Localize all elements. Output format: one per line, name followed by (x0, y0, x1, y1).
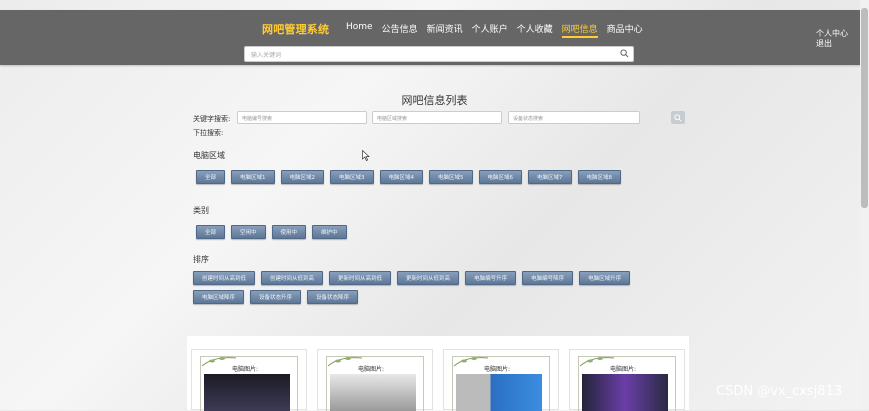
computer-area-search-input[interactable]: 电脑区域搜索 (372, 111, 502, 124)
section-title-category: 类别 (193, 206, 209, 215)
card-image-label: 电脑图片: (358, 366, 385, 373)
watermark-text: CSDN @vx_cxsj813 (716, 384, 843, 399)
card-image-label: 电脑图片: (610, 366, 637, 373)
card-image-label: 电脑图片: (232, 366, 259, 373)
nav-home[interactable]: Home (346, 22, 373, 35)
main-nav: Home 公告信息 新闻资讯 个人账户 个人收藏 网吧信息 商品中心 (346, 22, 652, 38)
computer-number-search-input[interactable]: 电脑编号搜索 (237, 111, 367, 124)
nav-account[interactable]: 个人账户 (472, 22, 508, 35)
computer-card[interactable]: 电脑图片: (191, 349, 307, 411)
computer-photo[interactable] (204, 374, 290, 411)
chip-area-1[interactable]: 电脑区域1 (231, 170, 275, 184)
chip-sort-area-desc[interactable]: 电脑区域降序 (193, 290, 245, 304)
chip-sort-status-desc[interactable]: 设备状态降序 (307, 290, 359, 304)
chip-area-5[interactable]: 电脑区域5 (429, 170, 473, 184)
search-icon[interactable] (620, 49, 629, 58)
section-title-area: 电脑区域 (193, 151, 225, 160)
computer-photo[interactable] (330, 374, 416, 411)
chip-sort-updated-asc[interactable]: 更新时间从低到高 (397, 271, 460, 285)
chip-area-3[interactable]: 电脑区域3 (330, 170, 374, 184)
chip-area-8[interactable]: 电脑区域8 (577, 170, 622, 184)
chip-area-7[interactable]: 电脑区域7 (528, 170, 572, 184)
category-filter-chips: 全部 空闲中 使用中 维护中 (196, 225, 347, 239)
search-placeholder: 输入关键词 (251, 52, 282, 59)
top-navbar: 网吧管理系统 Home 公告信息 新闻资讯 个人账户 个人收藏 网吧信息 商品中… (0, 10, 869, 65)
chip-area-all[interactable]: 全部 (196, 170, 226, 184)
chip-category-all[interactable]: 全部 (196, 225, 226, 239)
user-menu: 个人中心 退出 (816, 29, 848, 49)
device-status-search-input[interactable]: 设备状态搜索 (508, 111, 640, 124)
computer-card[interactable]: 电脑图片: (569, 349, 685, 411)
search-icon (674, 114, 682, 122)
nav-news[interactable]: 新闻资讯 (427, 22, 463, 35)
chip-area-4[interactable]: 电脑区域4 (379, 170, 424, 184)
logout-link[interactable]: 退出 (816, 39, 848, 49)
chip-category-idle[interactable]: 空闲中 (231, 225, 266, 239)
nav-products[interactable]: 商品中心 (607, 22, 643, 35)
chip-sort-created-desc[interactable]: 创建时间从高到低 (193, 271, 256, 285)
chip-sort-area-asc[interactable]: 电脑区域升序 (579, 271, 631, 285)
brand-title[interactable]: 网吧管理系统 (262, 21, 329, 37)
filter-search-button[interactable] (671, 111, 685, 124)
chip-sort-number-asc[interactable]: 电脑编号升序 (465, 271, 517, 285)
sort-chips: 创建时间从高到低 创建时间从低到高 更新时间从高到低 更新时间从低到高 电脑编号… (193, 271, 673, 304)
computer-card[interactable]: 电脑图片: (443, 349, 559, 411)
chip-category-in-use[interactable]: 使用中 (271, 225, 307, 239)
chip-sort-number-desc[interactable]: 电脑编号降序 (522, 271, 574, 285)
nav-favorites[interactable]: 个人收藏 (517, 22, 553, 35)
scrollbar[interactable] (860, 0, 869, 410)
chip-category-maintenance[interactable]: 维护中 (312, 225, 347, 239)
scrollbar-thumb[interactable] (861, 8, 868, 208)
computer-photo[interactable] (456, 374, 542, 411)
section-title-sort: 排序 (193, 255, 209, 264)
global-search-input[interactable]: 输入关键词 (244, 46, 634, 62)
mouse-cursor-icon (362, 150, 370, 161)
nav-announcements[interactable]: 公告信息 (382, 22, 418, 35)
keyword-search-label: 关键字搜索: (193, 115, 231, 123)
page-title: 网吧信息列表 (401, 94, 468, 107)
user-center-link[interactable]: 个人中心 (816, 29, 848, 39)
chip-area-6[interactable]: 电脑区域6 (478, 170, 523, 184)
chip-sort-updated-desc[interactable]: 更新时间从高到低 (329, 271, 392, 285)
nav-netcafe-info[interactable]: 网吧信息 (561, 22, 598, 38)
computer-photo[interactable] (582, 374, 668, 411)
dropdown-search-label: 下拉搜索: (193, 129, 224, 137)
chip-area-2[interactable]: 电脑区域2 (280, 170, 325, 184)
card-image-label: 电脑图片: (484, 366, 511, 373)
chip-sort-status-asc[interactable]: 设备状态升序 (250, 290, 302, 304)
computer-card[interactable]: 电脑图片: (317, 349, 433, 411)
chip-sort-created-asc[interactable]: 创建时间从低到高 (261, 271, 324, 285)
area-filter-chips: 全部 电脑区域1 电脑区域2 电脑区域3 电脑区域4 电脑区域5 电脑区域6 电… (196, 170, 622, 184)
